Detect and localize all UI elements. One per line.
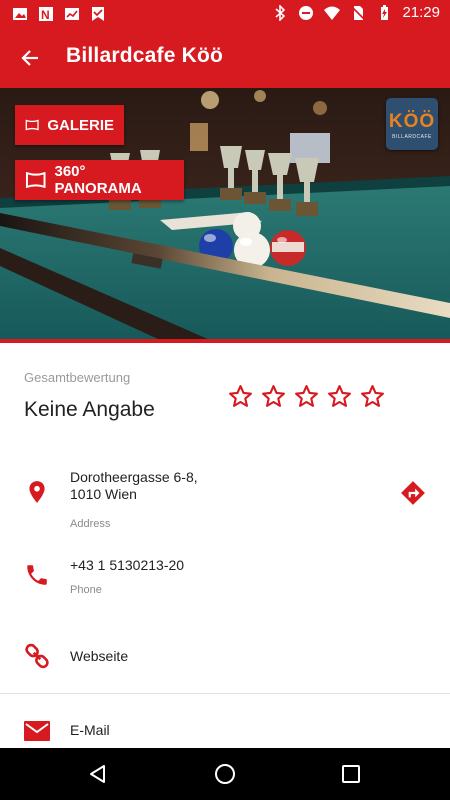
back-button[interactable] bbox=[14, 42, 46, 74]
frame-icon bbox=[25, 119, 39, 131]
no-sim-icon bbox=[351, 5, 366, 20]
link-icon bbox=[25, 643, 49, 669]
rating-value: Keine Angabe bbox=[24, 398, 155, 421]
wifi-icon bbox=[324, 6, 341, 20]
status-time: 21:29 bbox=[402, 4, 440, 21]
star-outline-icon[interactable] bbox=[327, 384, 352, 409]
rating-label: Gesamtbewertung bbox=[24, 370, 131, 385]
image-icon bbox=[13, 8, 27, 20]
phone-icon bbox=[27, 565, 47, 585]
news-icon: N bbox=[39, 7, 53, 22]
hero-divider bbox=[0, 339, 450, 343]
star-outline-icon[interactable] bbox=[261, 384, 286, 409]
check-bookmark-icon bbox=[92, 7, 104, 21]
bluetooth-icon bbox=[275, 4, 286, 21]
recents-square-icon[interactable] bbox=[338, 761, 364, 787]
app-bar: Billardcafe Köö bbox=[0, 28, 450, 88]
star-outline-icon[interactable] bbox=[294, 384, 319, 409]
panorama-button[interactable]: 360° PANORAMA bbox=[15, 160, 184, 200]
back-triangle-icon[interactable] bbox=[85, 761, 111, 787]
address-line1[interactable]: Dorotheergasse 6-8, bbox=[70, 469, 198, 486]
address-line2[interactable]: 1010 Wien bbox=[70, 486, 137, 503]
star-outline-icon[interactable] bbox=[228, 384, 253, 409]
gallery-button-label: GALERIE bbox=[47, 116, 114, 134]
email-icon bbox=[24, 721, 50, 741]
website-link[interactable]: Webseite bbox=[70, 648, 128, 665]
phone-label: Phone bbox=[70, 584, 102, 596]
status-bar: N 21:29 bbox=[0, 0, 450, 28]
address-label: Address bbox=[70, 518, 111, 530]
section-divider bbox=[0, 693, 450, 694]
signal-icon bbox=[65, 8, 79, 20]
page-title: Billardcafe Köö bbox=[66, 44, 224, 67]
gallery-button[interactable]: GALERIE bbox=[15, 105, 124, 145]
svg-text:N: N bbox=[41, 8, 50, 22]
do-not-disturb-icon bbox=[299, 5, 314, 20]
location-pin-icon bbox=[29, 481, 45, 503]
arrow-back-icon bbox=[21, 50, 38, 66]
battery-icon bbox=[381, 4, 389, 20]
email-link[interactable]: E-Mail bbox=[70, 722, 110, 739]
rating-stars[interactable] bbox=[228, 384, 385, 409]
home-circle-icon[interactable] bbox=[212, 761, 238, 787]
venue-logo: KÖÖ BILLARDCAFE bbox=[386, 98, 438, 150]
panorama-button-label: 360° PANORAMA bbox=[54, 163, 142, 197]
panorama-icon bbox=[25, 172, 46, 188]
navigation-bar bbox=[0, 748, 450, 800]
phone-number[interactable]: +43 1 5130213-20 bbox=[70, 557, 184, 574]
star-outline-icon[interactable] bbox=[360, 384, 385, 409]
directions-icon[interactable] bbox=[400, 480, 426, 506]
